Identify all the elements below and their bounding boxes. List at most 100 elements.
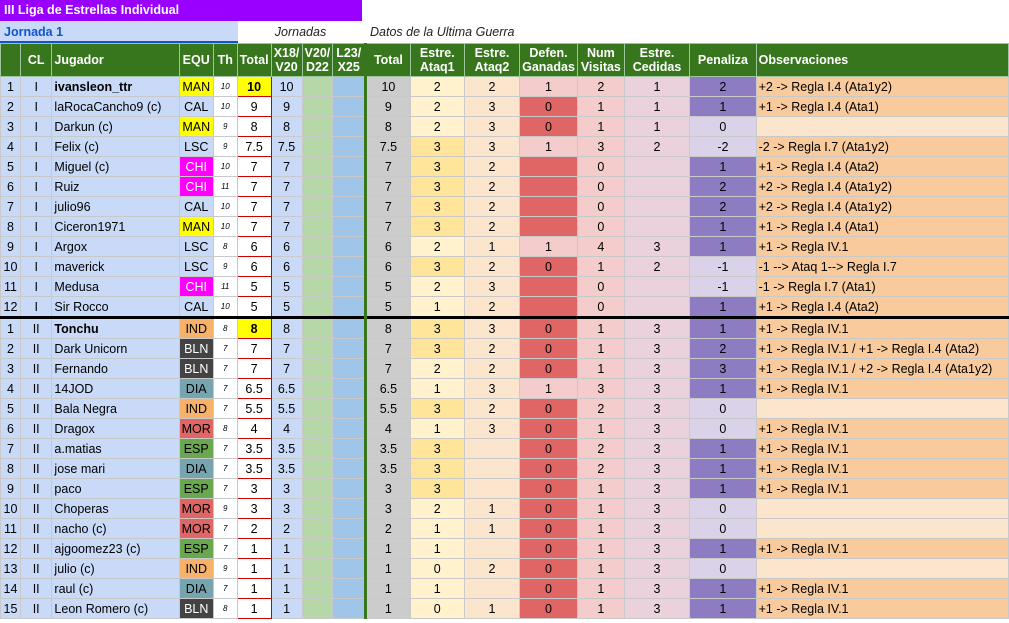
- visitas-cell[interactable]: 1: [576, 478, 625, 499]
- th-cell[interactable]: 9: [212, 136, 238, 157]
- x18-cell[interactable]: 7.5: [270, 136, 303, 157]
- cedidas-cell[interactable]: 2: [623, 136, 691, 157]
- cedidas-cell[interactable]: 2: [623, 256, 691, 277]
- total-cell[interactable]: 3: [236, 478, 272, 499]
- observaciones-cell[interactable]: [755, 558, 1009, 579]
- penaliza-cell[interactable]: 2: [689, 196, 757, 217]
- penaliza-cell[interactable]: 1: [689, 538, 757, 559]
- row-number[interactable]: 3: [0, 116, 21, 137]
- defen-cell[interactable]: 0: [519, 256, 578, 277]
- th-cell[interactable]: 9: [212, 256, 238, 277]
- visitas-cell[interactable]: 1: [576, 498, 625, 519]
- total2-cell[interactable]: 3.5: [365, 458, 411, 479]
- equipo-cell[interactable]: DIA: [178, 378, 214, 399]
- ataq1-cell[interactable]: 1: [409, 518, 465, 539]
- l23-cell[interactable]: [332, 398, 368, 419]
- v20-cell[interactable]: [301, 338, 334, 359]
- ataq2-cell[interactable]: 1: [463, 236, 521, 257]
- th-cell[interactable]: 7: [212, 538, 238, 559]
- l23-cell[interactable]: [332, 538, 368, 559]
- observaciones-cell[interactable]: +1 -> Regla I.4 (Ata1): [755, 216, 1009, 237]
- l23-cell[interactable]: [332, 458, 368, 479]
- jugador-cell[interactable]: ivansleon_ttr: [51, 76, 180, 97]
- th-cell[interactable]: 8: [212, 316, 238, 339]
- cedidas-cell[interactable]: 3: [623, 438, 691, 459]
- v20-cell[interactable]: [301, 316, 334, 339]
- v20-cell[interactable]: [301, 196, 334, 217]
- ataq2-cell[interactable]: 2: [463, 256, 521, 277]
- cedidas-cell[interactable]: 3: [623, 558, 691, 579]
- observaciones-cell[interactable]: +1 -> Regla IV.1: [755, 538, 1009, 559]
- total-cell[interactable]: 3.5: [236, 438, 272, 459]
- total2-cell[interactable]: 1: [365, 558, 411, 579]
- equipo-cell[interactable]: BLN: [178, 338, 214, 359]
- x18-cell[interactable]: 2: [270, 518, 303, 539]
- penaliza-cell[interactable]: -1: [689, 256, 757, 277]
- total2-cell[interactable]: 1: [365, 538, 411, 559]
- jugador-cell[interactable]: 14JOD: [51, 378, 180, 399]
- ataq1-cell[interactable]: 3: [409, 216, 465, 237]
- cl-cell[interactable]: II: [19, 358, 53, 379]
- cedidas-cell[interactable]: 3: [623, 236, 691, 257]
- ataq2-cell[interactable]: 1: [463, 598, 521, 619]
- jugador-cell[interactable]: julio (c): [51, 558, 180, 579]
- row-number[interactable]: 8: [0, 216, 21, 237]
- jugador-cell[interactable]: a.matias: [51, 438, 180, 459]
- l23-cell[interactable]: [332, 136, 368, 157]
- v20-cell[interactable]: [301, 276, 334, 297]
- th-cell[interactable]: 8: [212, 598, 238, 619]
- ataq2-cell[interactable]: 2: [463, 398, 521, 419]
- total-cell[interactable]: 7: [236, 338, 272, 359]
- x18-cell[interactable]: 1: [270, 538, 303, 559]
- equipo-cell[interactable]: CAL: [178, 96, 214, 117]
- ataq1-cell[interactable]: 0: [409, 558, 465, 579]
- equipo-cell[interactable]: MOR: [178, 518, 214, 539]
- total2-cell[interactable]: 7: [365, 358, 411, 379]
- l23-cell[interactable]: [332, 216, 368, 237]
- cedidas-cell[interactable]: 3: [623, 458, 691, 479]
- row-number[interactable]: 15: [0, 598, 21, 619]
- cedidas-cell[interactable]: 3: [623, 498, 691, 519]
- ataq1-cell[interactable]: 3: [409, 316, 465, 339]
- total-cell[interactable]: 1: [236, 598, 272, 619]
- th-cell[interactable]: 7: [212, 338, 238, 359]
- cl-cell[interactable]: II: [19, 398, 53, 419]
- v20-cell[interactable]: [301, 236, 334, 257]
- v20-cell[interactable]: [301, 96, 334, 117]
- th-cell[interactable]: 11: [212, 276, 238, 297]
- cl-cell[interactable]: I: [19, 76, 53, 97]
- th-cell[interactable]: 9: [212, 116, 238, 137]
- ataq2-cell[interactable]: 3: [463, 316, 521, 339]
- total-cell[interactable]: 5: [236, 276, 272, 297]
- ataq2-cell[interactable]: 2: [463, 338, 521, 359]
- total2-cell[interactable]: 3: [365, 498, 411, 519]
- v20-cell[interactable]: [301, 478, 334, 499]
- ataq1-cell[interactable]: 1: [409, 578, 465, 599]
- row-number[interactable]: 10: [0, 256, 21, 277]
- total-cell[interactable]: 4: [236, 418, 272, 439]
- ataq2-cell[interactable]: 2: [463, 76, 521, 97]
- l23-cell[interactable]: [332, 196, 368, 217]
- l23-cell[interactable]: [332, 518, 368, 539]
- total-cell[interactable]: 9: [236, 96, 272, 117]
- l23-cell[interactable]: [332, 156, 368, 177]
- cl-cell[interactable]: II: [19, 418, 53, 439]
- cedidas-cell[interactable]: 1: [623, 76, 691, 97]
- l23-cell[interactable]: [332, 296, 368, 318]
- ataq2-cell[interactable]: 3: [463, 96, 521, 117]
- ataq1-cell[interactable]: 3: [409, 458, 465, 479]
- defen-cell[interactable]: [519, 156, 578, 177]
- ataq2-cell[interactable]: 3: [463, 276, 521, 297]
- jugador-cell[interactable]: maverick: [51, 256, 180, 277]
- penaliza-cell[interactable]: 1: [689, 316, 757, 339]
- defen-cell[interactable]: 0: [519, 498, 578, 519]
- defen-cell[interactable]: 1: [519, 236, 578, 257]
- total2-cell[interactable]: 5: [365, 296, 411, 318]
- th-cell[interactable]: 9: [212, 558, 238, 579]
- ataq2-cell[interactable]: 3: [463, 136, 521, 157]
- ataq1-cell[interactable]: 3: [409, 438, 465, 459]
- l23-cell[interactable]: [332, 96, 368, 117]
- total-cell[interactable]: 10: [236, 76, 272, 97]
- l23-cell[interactable]: [332, 236, 368, 257]
- visitas-cell[interactable]: 1: [576, 116, 625, 137]
